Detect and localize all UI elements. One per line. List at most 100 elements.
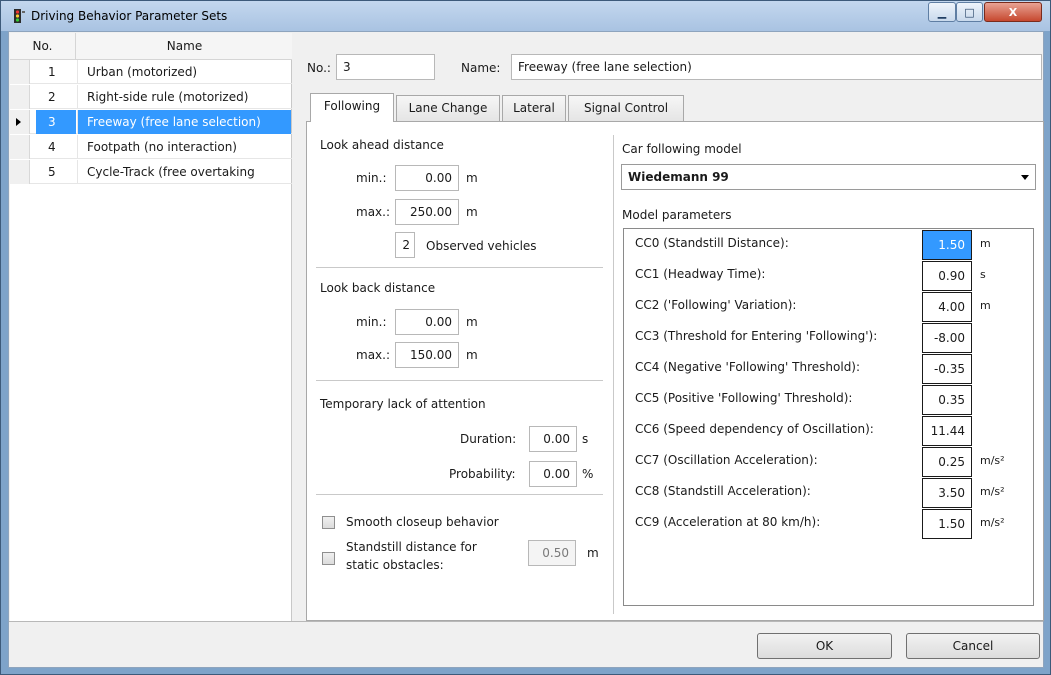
list-item[interactable]: 1 Urban (motorized) [10, 60, 292, 84]
close-button[interactable]: X [984, 2, 1042, 22]
param-label: CC0 (Standstill Distance): [635, 236, 789, 250]
param-value-input[interactable]: -0.35 [922, 354, 972, 384]
cancel-button[interactable]: Cancel [906, 633, 1040, 659]
param-value-input[interactable]: 0.25 [922, 447, 972, 477]
standstill-distance-input[interactable]: 0.50 [528, 540, 576, 566]
look-back-min-unit: m [466, 315, 478, 329]
param-row: CC1 (Headway Time): 0.90 s [624, 260, 1030, 291]
param-value-input[interactable]: 3.50 [922, 478, 972, 508]
column-divider [613, 135, 614, 614]
row-name: Footpath (no interaction) [77, 135, 291, 159]
tab-lateral[interactable]: Lateral [502, 95, 566, 122]
duration-input[interactable]: 0.00 [529, 426, 577, 452]
param-label: CC7 (Oscillation Acceleration): [635, 453, 818, 467]
param-row: CC9 (Acceleration at 80 km/h): 1.50 m/s² [624, 508, 1030, 539]
car-following-model-select[interactable]: Wiedemann 99 [621, 164, 1036, 190]
standstill-unit: m [587, 546, 599, 560]
standstill-distance-checkbox[interactable] [322, 552, 335, 565]
row-selector[interactable] [10, 110, 30, 134]
look-ahead-title: Look ahead distance [320, 138, 444, 152]
probability-label: Probability: [449, 467, 516, 481]
row-name: Urban (motorized) [77, 60, 291, 84]
param-label: CC5 (Positive 'Following' Threshold): [635, 391, 853, 405]
no-field[interactable]: 3 [336, 54, 435, 80]
chevron-down-icon[interactable] [1021, 175, 1029, 180]
look-back-max-label: max.: [356, 348, 391, 362]
param-label: CC1 (Headway Time): [635, 267, 766, 281]
tab-following[interactable]: Following [310, 93, 394, 122]
row-selector[interactable] [10, 60, 30, 84]
param-row: CC2 ('Following' Variation): 4.00 m [624, 291, 1030, 322]
param-row: CC6 (Speed dependency of Oscillation): 1… [624, 415, 1030, 446]
name-label: Name: [461, 61, 501, 75]
param-label: CC6 (Speed dependency of Oscillation): [635, 422, 874, 436]
name-field[interactable]: Freeway (free lane selection) [511, 54, 1042, 80]
row-no: 1 [48, 65, 56, 79]
param-label: CC2 ('Following' Variation): [635, 298, 797, 312]
param-row: CC0 (Standstill Distance): 1.50 m [624, 229, 1030, 260]
look-back-min-label: min.: [356, 315, 387, 329]
list-item[interactable]: 5 Cycle-Track (free overtaking [10, 160, 292, 184]
param-unit: m/s² [980, 454, 1005, 467]
look-ahead-min-label: min.: [356, 171, 387, 185]
car-following-model-value: Wiedemann 99 [628, 170, 729, 184]
param-unit: m/s² [980, 516, 1005, 529]
param-value-input[interactable]: 1.50 [922, 509, 972, 539]
row-no: 4 [48, 140, 56, 154]
list-item[interactable]: 4 Footpath (no interaction) [10, 135, 292, 159]
param-value-input[interactable]: 4.00 [922, 292, 972, 322]
look-ahead-min-unit: m [466, 171, 478, 185]
row-no: 3 [36, 110, 76, 134]
footer-divider [9, 621, 1043, 622]
param-value-input[interactable]: 11.44 [922, 416, 972, 446]
divider [316, 380, 603, 381]
row-selector[interactable] [10, 135, 30, 159]
divider [316, 267, 603, 268]
row-name: Right-side rule (motorized) [77, 85, 291, 109]
minimize-button[interactable]: ▁ [928, 2, 956, 22]
look-ahead-max-unit: m [466, 205, 478, 219]
traffic-light-icon [14, 9, 25, 23]
list-header: No. Name [10, 33, 292, 60]
ok-button[interactable]: OK [757, 633, 892, 659]
model-parameters-grid: CC0 (Standstill Distance): 1.50 m CC1 (H… [623, 228, 1034, 606]
row-name: Cycle-Track (free overtaking [77, 160, 291, 184]
maximize-button[interactable]: □ [956, 2, 983, 22]
dialog-window: Driving Behavior Parameter Sets ▁ □ X No… [0, 0, 1051, 675]
row-name: Freeway (free lane selection) [77, 110, 291, 134]
dialog-client: No. Name 1 Urban (motorized) 2 Right-sid… [8, 31, 1044, 668]
parameter-set-list[interactable]: No. Name 1 Urban (motorized) 2 Right-sid… [10, 33, 292, 621]
observed-vehicles-input[interactable]: 2 [395, 232, 415, 258]
look-ahead-min-input[interactable]: 0.00 [395, 165, 459, 191]
row-selector[interactable] [10, 85, 30, 109]
param-value-input[interactable]: 1.50 [922, 230, 972, 260]
look-ahead-max-input[interactable]: 250.00 [395, 199, 459, 225]
tab-lane-change[interactable]: Lane Change [396, 95, 500, 122]
divider [316, 494, 603, 495]
column-header-name[interactable]: Name [77, 33, 292, 60]
tab-signal-control[interactable]: Signal Control [568, 95, 684, 122]
observed-vehicles-label: Observed vehicles [426, 239, 537, 253]
param-unit: s [980, 268, 986, 281]
param-label: CC8 (Standstill Acceleration): [635, 484, 811, 498]
probability-input[interactable]: 0.00 [529, 461, 577, 487]
standstill-label-line2: static obstacles: [346, 558, 444, 572]
look-back-max-input[interactable]: 150.00 [395, 342, 459, 368]
window-title: Driving Behavior Parameter Sets [31, 9, 228, 23]
look-back-title: Look back distance [320, 281, 436, 295]
look-back-min-input[interactable]: 0.00 [395, 309, 459, 335]
probability-unit: % [582, 467, 594, 481]
row-no: 5 [48, 165, 56, 179]
maximize-icon: □ [964, 5, 975, 19]
list-item-selected[interactable]: 3 Freeway (free lane selection) [10, 110, 292, 134]
column-header-no[interactable]: No. [10, 33, 76, 60]
param-row: CC3 (Threshold for Entering 'Following')… [624, 322, 1030, 353]
param-value-input[interactable]: -8.00 [922, 323, 972, 353]
smooth-closeup-checkbox[interactable] [322, 516, 335, 529]
row-selector[interactable] [10, 160, 30, 184]
look-ahead-max-label: max.: [356, 205, 391, 219]
title-bar[interactable]: Driving Behavior Parameter Sets ▁ □ X [1, 1, 1050, 31]
list-item[interactable]: 2 Right-side rule (motorized) [10, 85, 292, 109]
param-value-input[interactable]: 0.35 [922, 385, 972, 415]
param-value-input[interactable]: 0.90 [922, 261, 972, 291]
